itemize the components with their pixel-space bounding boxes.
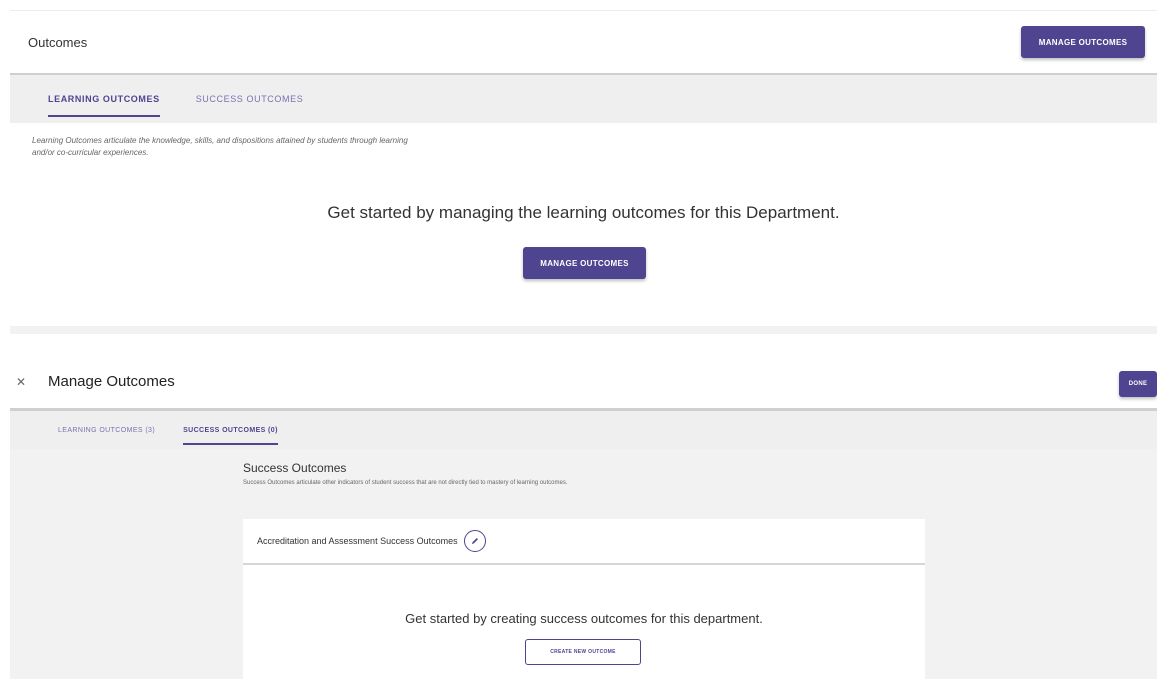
tab-learning-outcomes[interactable]: LEARNING OUTCOMES: [48, 75, 160, 123]
manage-outcomes-center-button[interactable]: MANAGE OUTCOMES: [523, 247, 646, 279]
section-description: Success Outcomes articulate other indica…: [243, 480, 568, 486]
learning-outcomes-description: Learning Outcomes articulate the knowled…: [32, 136, 408, 157]
modal-title: Manage Outcomes: [48, 373, 175, 390]
modal-body: Success Outcomes Success Outcomes articu…: [10, 449, 1157, 679]
card-header: Accreditation and Assessment Success Out…: [243, 519, 925, 565]
pencil-icon[interactable]: [463, 530, 486, 552]
outcomes-panel: Outcomes MANAGE OUTCOMES LEARNING OUTCOM…: [10, 10, 1157, 328]
close-icon[interactable]: ✕: [10, 375, 32, 389]
success-outcomes-card: Accreditation and Assessment Success Out…: [243, 519, 925, 679]
card-empty-message: Get started by creating success outcomes…: [405, 611, 763, 626]
tab-success-outcomes-count[interactable]: SUCCESS OUTCOMES (0): [183, 411, 278, 449]
tab-learning-outcomes-count[interactable]: LEARNING OUTCOMES (3): [58, 411, 155, 449]
manage-outcomes-modal: ✕ Manage Outcomes DONE LEARNING OUTCOMES…: [10, 355, 1157, 679]
manage-outcomes-button[interactable]: MANAGE OUTCOMES: [1021, 26, 1145, 58]
success-outcomes-header: Success Outcomes Success Outcomes articu…: [243, 461, 943, 488]
outcomes-header: Outcomes MANAGE OUTCOMES: [10, 11, 1157, 75]
done-button[interactable]: DONE: [1119, 371, 1157, 397]
section-divider: [10, 326, 1157, 334]
tab-success-outcomes[interactable]: SUCCESS OUTCOMES: [196, 75, 304, 123]
modal-header: ✕ Manage Outcomes DONE: [10, 355, 1157, 411]
modal-tabbar: LEARNING OUTCOMES (3) SUCCESS OUTCOMES (…: [10, 411, 1157, 449]
empty-state-message: Get started by managing the learning out…: [327, 203, 840, 222]
create-new-outcome-button[interactable]: CREATE NEW OUTCOME: [525, 639, 641, 665]
section-title: Success Outcomes: [243, 461, 347, 475]
card-title: Accreditation and Assessment Success Out…: [257, 536, 458, 546]
outcomes-tabbar: LEARNING OUTCOMES SUCCESS OUTCOMES: [10, 75, 1157, 123]
page-title: Outcomes: [28, 34, 88, 50]
